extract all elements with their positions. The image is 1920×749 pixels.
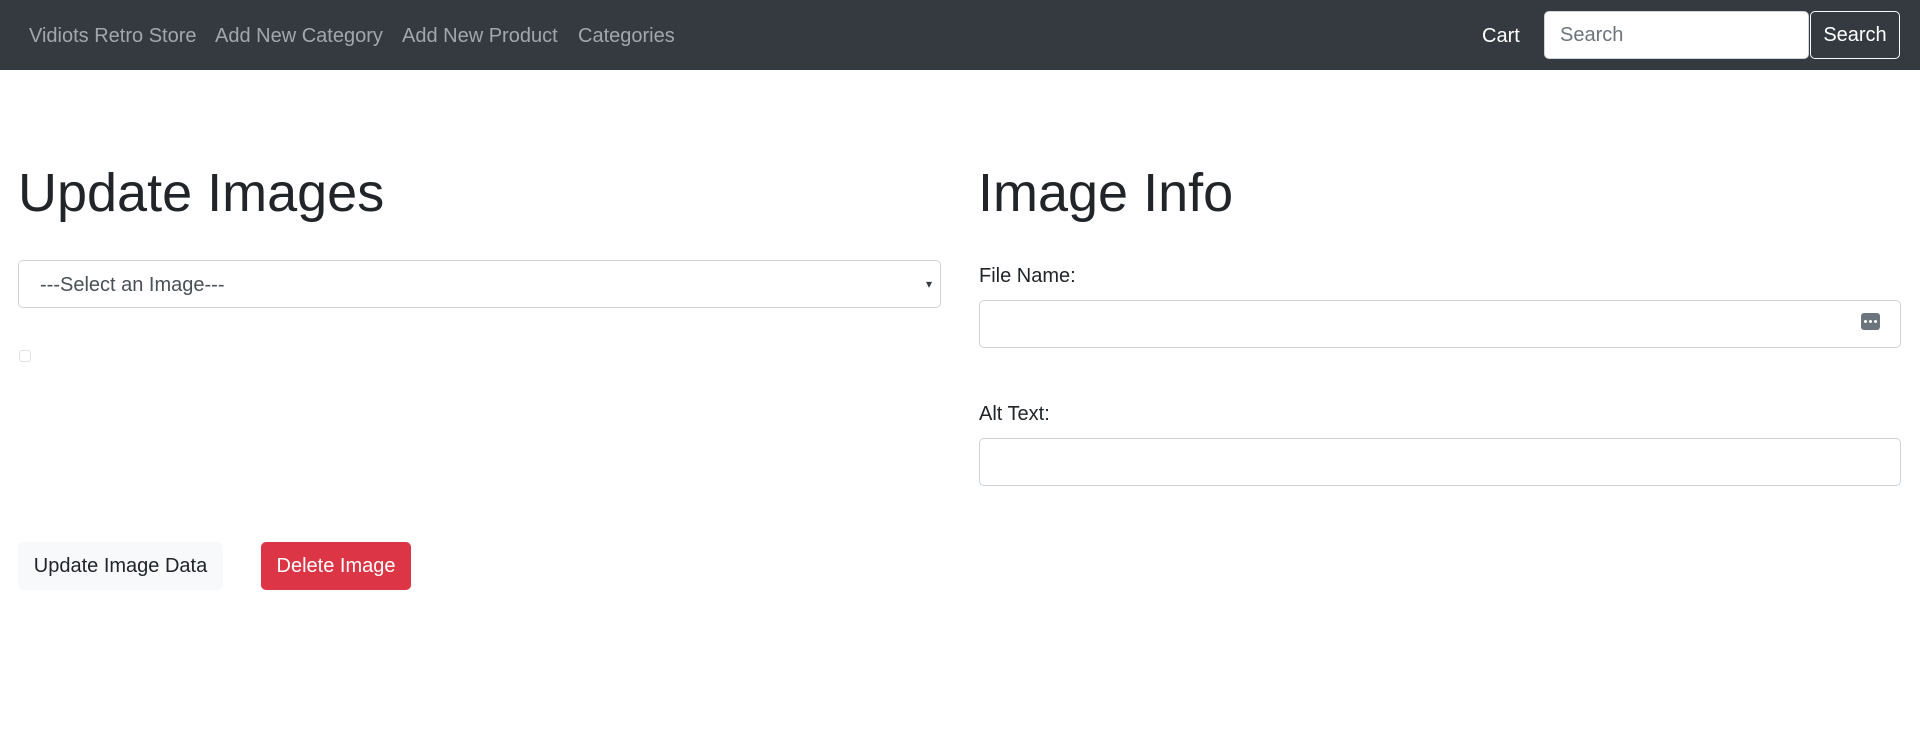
alt-text-label: Alt Text: <box>979 403 1050 425</box>
more-options-icon[interactable] <box>1861 313 1880 330</box>
brand-link[interactable]: Vidiots Retro Store <box>29 24 197 48</box>
alt-text-field[interactable] <box>979 438 1901 486</box>
update-images-title: Update Images <box>18 163 385 223</box>
image-preview-checkbox[interactable] <box>19 350 31 362</box>
image-select-value: ---Select an Image--- <box>40 274 225 296</box>
top-navbar: Vidiots Retro Store Add New Category Add… <box>0 0 1920 70</box>
search-button[interactable]: Search <box>1810 11 1900 59</box>
nav-cart[interactable]: Cart <box>1482 24 1520 48</box>
image-select[interactable]: ---Select an Image--- ▾ <box>18 260 941 308</box>
file-name-field[interactable] <box>979 300 1901 348</box>
search-input[interactable] <box>1544 11 1809 59</box>
update-image-data-button[interactable]: Update Image Data <box>18 542 223 590</box>
nav-categories[interactable]: Categories <box>578 24 675 48</box>
file-name-label: File Name: <box>979 265 1076 287</box>
nav-add-new-product[interactable]: Add New Product <box>402 24 558 48</box>
image-info-title: Image Info <box>978 163 1234 223</box>
nav-add-new-category[interactable]: Add New Category <box>215 24 383 48</box>
chevron-down-icon: ▾ <box>925 277 932 291</box>
delete-image-button[interactable]: Delete Image <box>261 542 411 590</box>
